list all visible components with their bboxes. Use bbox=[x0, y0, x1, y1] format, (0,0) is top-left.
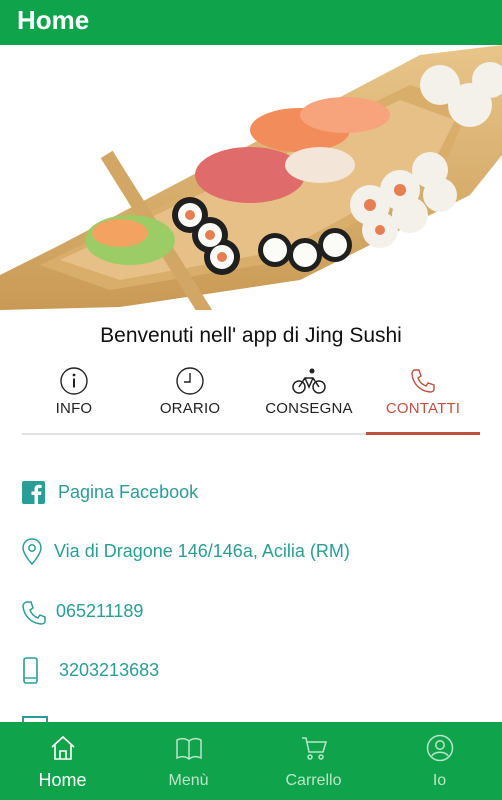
tab-contatti-label: CONTATTI bbox=[385, 400, 461, 417]
phone-icon bbox=[411, 369, 435, 393]
facebook-icon bbox=[22, 481, 45, 504]
mobile-phone-icon bbox=[23, 657, 38, 684]
book-icon bbox=[175, 737, 202, 760]
clock-icon bbox=[176, 367, 204, 395]
nav-profile-label: Io bbox=[432, 772, 447, 789]
info-icon bbox=[60, 367, 88, 395]
active-tab-indicator bbox=[366, 432, 480, 435]
hero-carousel[interactable] bbox=[0, 45, 502, 310]
tab-info-label: INFO bbox=[55, 400, 93, 417]
contact-phone[interactable]: 065211189 bbox=[22, 593, 482, 633]
location-pin-icon bbox=[22, 538, 42, 566]
contact-facebook-text: Pagina Facebook bbox=[58, 482, 199, 502]
tab-consegna-label: CONSEGNA bbox=[265, 400, 353, 417]
phone-icon bbox=[22, 601, 46, 625]
nav-home-label: Home bbox=[38, 770, 87, 790]
bicycle-icon bbox=[292, 368, 326, 394]
nav-profile[interactable]: Io bbox=[377, 722, 502, 800]
contact-address[interactable]: Via di Dragone 146/146a, Acilia (RM) bbox=[22, 533, 482, 573]
tab-info[interactable]: INFO bbox=[22, 360, 126, 436]
welcome-text: Benvenuti nell' app di Jing Sushi bbox=[100, 324, 402, 347]
tab-orario[interactable]: ORARIO bbox=[132, 360, 248, 436]
nav-home[interactable]: Home bbox=[0, 722, 125, 800]
tab-orario-label: ORARIO bbox=[159, 400, 221, 417]
nav-cart[interactable]: Carrello bbox=[251, 722, 376, 800]
contact-facebook[interactable]: Pagina Facebook bbox=[22, 474, 482, 514]
cart-icon bbox=[301, 737, 327, 760]
nav-menu-label: Menù bbox=[168, 772, 209, 789]
contact-mobile[interactable]: 3203213683 bbox=[22, 652, 482, 692]
nav-cart-label: Carrello bbox=[285, 772, 342, 789]
tab-contatti[interactable]: CONTATTI bbox=[366, 360, 480, 436]
user-icon bbox=[426, 734, 453, 762]
contact-address-text: Via di Dragone 146/146a, Acilia (RM) bbox=[54, 541, 350, 561]
sushi-boat-image bbox=[0, 45, 502, 310]
contact-phone-text: 065211189 bbox=[56, 601, 144, 621]
contact-mobile-text: 3203213683 bbox=[59, 660, 160, 680]
tab-consegna[interactable]: CONSEGNA bbox=[252, 360, 366, 436]
app-bar: Home bbox=[0, 0, 502, 45]
info-tabs: INFO ORARIO CONSEGNA CONTATTI bbox=[22, 360, 480, 436]
bottom-navigation: Home Menù Carrello Io bbox=[0, 722, 502, 800]
home-icon bbox=[50, 735, 75, 760]
nav-menu[interactable]: Menù bbox=[126, 722, 251, 800]
page-title: Home bbox=[17, 5, 90, 35]
